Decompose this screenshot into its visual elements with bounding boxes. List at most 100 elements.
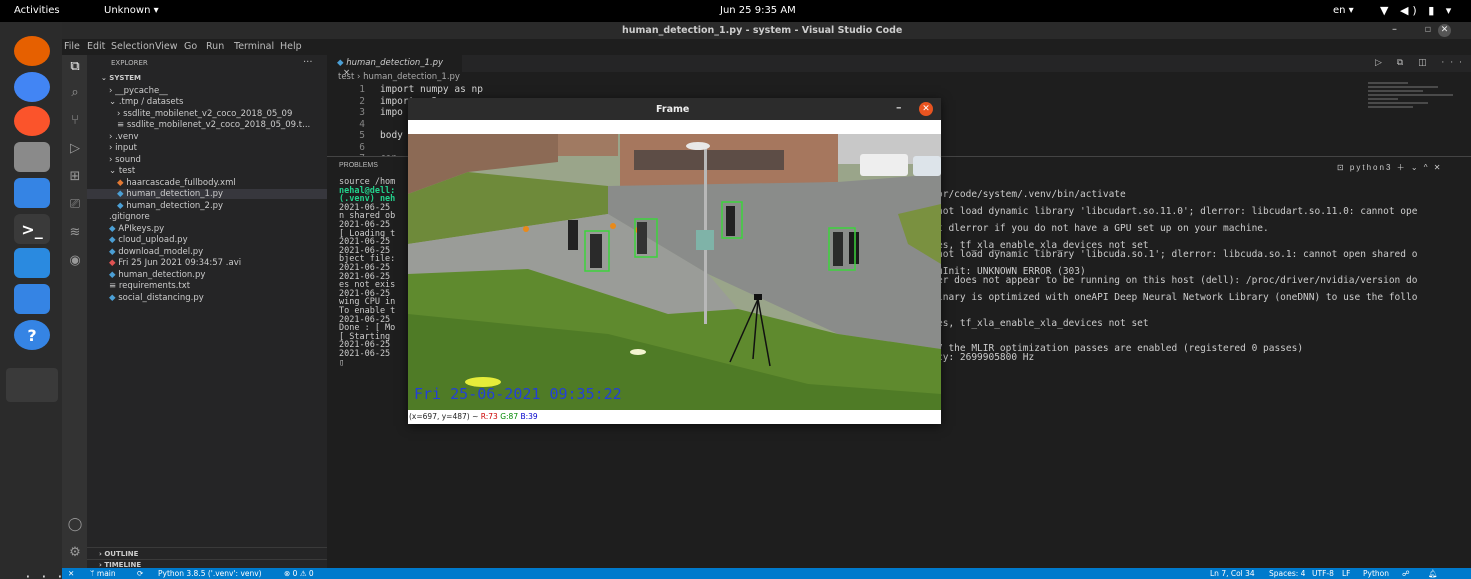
python-interpreter[interactable]: Python 3.8.5 ('.venv': venv) [158, 569, 262, 578]
accounts-icon[interactable]: ◯ [67, 517, 83, 533]
explorer-item[interactable]: ≡ requirements.txt [87, 281, 327, 291]
menu-selection[interactable]: Selection [111, 41, 155, 52]
explorer-item[interactable]: › .venv [87, 132, 327, 142]
explorer-item[interactable]: › input [87, 143, 327, 153]
menu-terminal[interactable]: Terminal [234, 41, 274, 52]
panel-tab-problems[interactable]: PROBLEMS [339, 162, 378, 169]
frame-titlebar[interactable]: Frame – ✕ [408, 98, 941, 120]
window-controls[interactable]: – ▫ [1392, 24, 1443, 35]
terminal-line: not load dynamic library 'libcuda.so.1';… [937, 248, 1418, 260]
git-branch[interactable]: ᛘ main [90, 569, 116, 578]
firefox-icon[interactable] [14, 36, 50, 66]
menu-run[interactable]: Run [206, 41, 224, 52]
explorer-item[interactable]: ◆ human_detection.py [87, 270, 327, 280]
explorer-item[interactable]: ⌄ test [87, 166, 327, 176]
frame-close-icon[interactable]: ✕ [919, 102, 933, 116]
language-mode[interactable]: Python [1363, 569, 1389, 578]
menu-help[interactable]: Help [280, 41, 302, 52]
window-close-icon[interactable]: ✕ [1438, 24, 1451, 37]
menu-edit[interactable]: Edit [87, 41, 105, 52]
explorer-item[interactable]: ◆ haarcascade_fullbody.xml [87, 178, 327, 188]
explorer-item[interactable]: › sound [87, 155, 327, 165]
menu-view[interactable]: View [155, 41, 178, 52]
source-control-icon[interactable]: ⑂ [67, 113, 83, 129]
docker-icon[interactable]: ≋ [67, 225, 83, 241]
clock[interactable]: Jun 25 9:35 AM [720, 5, 796, 16]
explorer-item[interactable]: ⌄ .tmp / datasets [87, 97, 327, 107]
encoding[interactable]: UTF-8 [1312, 569, 1334, 578]
tab-label: human_detection_1.py [346, 58, 444, 68]
explorer-item-label: ≡ requirements.txt [109, 281, 191, 291]
explorer-item[interactable]: ◆ download_model.py [87, 247, 327, 257]
explorer-item-label: › input [109, 143, 137, 153]
explorer-item[interactable]: ◆ human_detection_1.py [87, 189, 327, 199]
terminal-line: 2021-06-25 [339, 349, 396, 359]
notifications-bell-icon[interactable]: 🔔︎ [1428, 569, 1438, 578]
run-debug-icon[interactable]: ▷ [67, 141, 83, 157]
explorer-item[interactable]: ◆ human_detection_2.py [87, 201, 327, 211]
camera-frame-image[interactable]: Fri 25-06-2021 09:35:22 [408, 134, 941, 410]
line-number: 6 [359, 141, 365, 153]
explorer-item[interactable]: ◆ Fri 25 Jun 2021 09:34:57 .avi [87, 258, 327, 268]
breadcrumb[interactable]: test › human_detection_1.py [338, 72, 460, 82]
explorer-item[interactable]: .gitignore [87, 212, 327, 222]
files-icon[interactable] [14, 142, 50, 172]
explorer-item[interactable]: ≡ ssdlite_mobilenet_v2_coco_2018_05_09.t… [87, 120, 327, 130]
pixel-green-value: G:87 [500, 412, 519, 421]
explorer-item[interactable]: › ssdlite_mobilenet_v2_coco_2018_05_09 [87, 109, 327, 119]
sync-icon[interactable]: ⟳ [137, 569, 143, 578]
cursor-position[interactable]: Ln 7, Col 34 [1210, 569, 1255, 578]
explorer-item[interactable]: ◆ APIkeys.py [87, 224, 327, 234]
explorer-item[interactable]: ⌄ SYSTEM [87, 74, 327, 82]
dock: >_? ⋮⋮⋮ [0, 22, 68, 579]
editor-tab-bar: ◆ human_detection_1.py × ▷ ⧉ ◫ ··· [327, 55, 1471, 78]
explorer-item-label: › sound [109, 154, 141, 165]
minimap[interactable] [1368, 82, 1458, 118]
window-titlebar: human_detection_1.py - system - Visual S… [62, 22, 1471, 39]
end-of-line[interactable]: LF [1342, 569, 1351, 578]
explorer-item[interactable]: ◆ social_distancing.py [87, 293, 327, 303]
search-icon[interactable]: ⌕ [67, 85, 83, 101]
file-icon: ◆ [117, 177, 127, 188]
remote-icon[interactable]: ✕ [68, 569, 74, 578]
text-editor-icon[interactable] [14, 284, 50, 314]
app-menu[interactable]: Unknown ▾ [104, 5, 159, 16]
show-applications-icon[interactable]: ⋮⋮⋮ [20, 574, 68, 579]
feedback-icon[interactable]: ☍ [1402, 569, 1410, 578]
help-icon[interactable]: ? [14, 320, 50, 350]
chrome-icon[interactable] [14, 72, 50, 102]
live-share-icon[interactable]: ◉ [67, 253, 83, 269]
document-viewer-icon[interactable] [14, 178, 50, 208]
file-icon: ◆ [117, 200, 127, 211]
vscode-icon[interactable] [14, 248, 50, 278]
settings-gear-icon[interactable]: ⚙ [67, 545, 83, 561]
tab-human-detection-1[interactable]: ◆ human_detection_1.py × [327, 55, 462, 78]
frame-title: Frame [656, 104, 690, 115]
frame-minimize-icon[interactable]: – [896, 101, 902, 114]
explorer-item[interactable]: › __pycache__ [87, 86, 327, 96]
file-icon: ◆ [109, 292, 119, 303]
explorer-more-icon[interactable]: ··· [303, 57, 313, 68]
explorer-icon[interactable]: ⧉ [67, 59, 83, 75]
brave-icon[interactable] [14, 106, 50, 136]
explorer-item[interactable]: ◆ cloud_upload.py [87, 235, 327, 245]
terminal-icon[interactable]: >_ [14, 214, 50, 244]
activities-button[interactable]: Activities [14, 5, 60, 16]
system-tray[interactable]: ▼ ◀) ▮ ▾ [1380, 4, 1455, 17]
indentation[interactable]: Spaces: 4 [1269, 569, 1305, 578]
terminal-controls[interactable]: ⊡ python3 ＋ ⌄ ^ ✕ [1337, 162, 1442, 173]
editor-actions[interactable]: ▷ ⧉ ◫ ··· [1375, 58, 1468, 68]
language-selector[interactable]: en ▾ [1333, 5, 1354, 16]
menu-file[interactable]: File [64, 41, 80, 52]
code-text: impo [380, 107, 403, 118]
remote-explorer-icon[interactable]: ⎚ [67, 197, 83, 213]
extensions-icon[interactable]: ⊞ [67, 169, 83, 185]
problems-count[interactable]: ⊗ 0 ⚠ 0 [284, 569, 314, 578]
explorer-header: EXPLORER [111, 59, 148, 67]
explorer-item-label: download_model.py [118, 246, 204, 257]
desktop: Activities Unknown ▾ Jun 25 9:35 AM en ▾… [0, 0, 1471, 579]
explorer-item-label: social_distancing.py [118, 292, 204, 303]
file-icon: ◆ [109, 235, 119, 245]
menu-go[interactable]: Go [184, 41, 197, 52]
outline-section[interactable]: › OUTLINE [87, 547, 327, 558]
